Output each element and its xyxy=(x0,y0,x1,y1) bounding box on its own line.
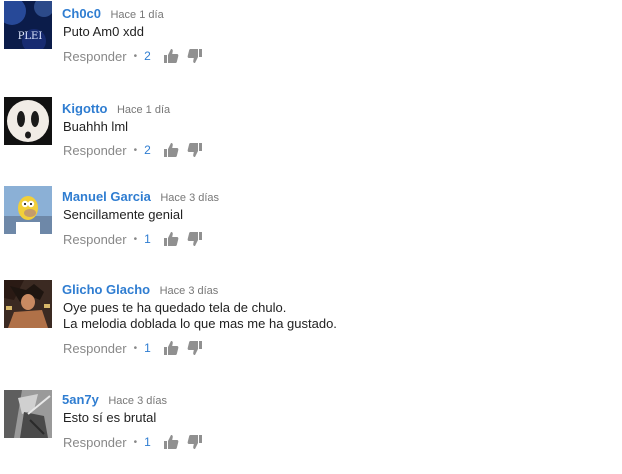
comment-time[interactable]: Hace 3 días xyxy=(160,192,219,204)
like-button[interactable] xyxy=(163,340,179,356)
thumbs-up-icon xyxy=(163,232,179,246)
thumbs-up-icon xyxy=(163,143,179,157)
comment-time[interactable]: Hace 1 día xyxy=(110,9,163,21)
comment-author[interactable]: 5an7y xyxy=(62,392,99,407)
separator-dot: • xyxy=(133,233,138,245)
dislike-button[interactable] xyxy=(187,434,203,450)
avatar[interactable] xyxy=(4,186,52,234)
thumbs-up-icon xyxy=(163,435,179,449)
comment-text: Esto sí es brutal xyxy=(63,410,157,425)
comment-text: Sencillamente genial xyxy=(63,207,183,222)
thumbs-up-icon xyxy=(163,341,179,355)
thumbs-down-icon xyxy=(187,341,202,355)
reply-button[interactable]: Responder xyxy=(63,49,127,64)
comment-author[interactable]: Manuel Garcia xyxy=(62,189,151,204)
thumbs-down-icon xyxy=(187,435,202,449)
like-count: 1 xyxy=(144,435,151,449)
like-button[interactable] xyxy=(163,434,179,450)
thumbs-down-icon xyxy=(187,143,202,157)
comment-time[interactable]: Hace 3 días xyxy=(160,285,219,297)
separator-dot: • xyxy=(133,342,138,354)
like-button[interactable] xyxy=(163,231,179,247)
like-count: 1 xyxy=(144,232,151,246)
comment-text-line: Oye pues te ha quedado tela de chulo. xyxy=(63,300,287,315)
like-count: 2 xyxy=(144,143,151,157)
separator-dot: • xyxy=(133,144,138,156)
comment-text: Puto Am0 xdd xyxy=(63,24,144,39)
avatar-text: PLEI xyxy=(18,31,43,42)
like-button[interactable] xyxy=(163,48,179,64)
reply-button[interactable]: Responder xyxy=(63,435,127,450)
reply-button[interactable]: Responder xyxy=(63,143,127,158)
comment-author[interactable]: Ch0c0 xyxy=(62,6,101,21)
comment-time[interactable]: Hace 1 día xyxy=(117,104,170,116)
comment-time[interactable]: Hace 3 días xyxy=(108,395,167,407)
like-count: 2 xyxy=(144,49,151,63)
separator-dot: • xyxy=(133,50,138,62)
dislike-button[interactable] xyxy=(187,340,203,356)
reply-button[interactable]: Responder xyxy=(63,232,127,247)
avatar[interactable] xyxy=(4,390,52,438)
avatar[interactable] xyxy=(4,97,52,145)
comment-text: Buahhh lml xyxy=(63,119,129,134)
separator-dot: • xyxy=(133,436,138,448)
dislike-button[interactable] xyxy=(187,48,203,64)
thumbs-down-icon xyxy=(187,49,202,63)
comment-author[interactable]: Kigotto xyxy=(62,101,107,116)
like-button[interactable] xyxy=(163,142,179,158)
like-count: 1 xyxy=(144,341,151,355)
reply-button[interactable]: Responder xyxy=(63,341,127,356)
avatar[interactable] xyxy=(4,280,52,328)
dislike-button[interactable] xyxy=(187,142,203,158)
comment-text-line: La melodia doblada lo que mas me ha gust… xyxy=(63,316,337,331)
dislike-button[interactable] xyxy=(187,231,203,247)
comment-author[interactable]: Glicho Glacho xyxy=(62,282,150,297)
thumbs-down-icon xyxy=(187,232,202,246)
avatar[interactable]: PLEI xyxy=(4,1,52,49)
thumbs-up-icon xyxy=(163,49,179,63)
